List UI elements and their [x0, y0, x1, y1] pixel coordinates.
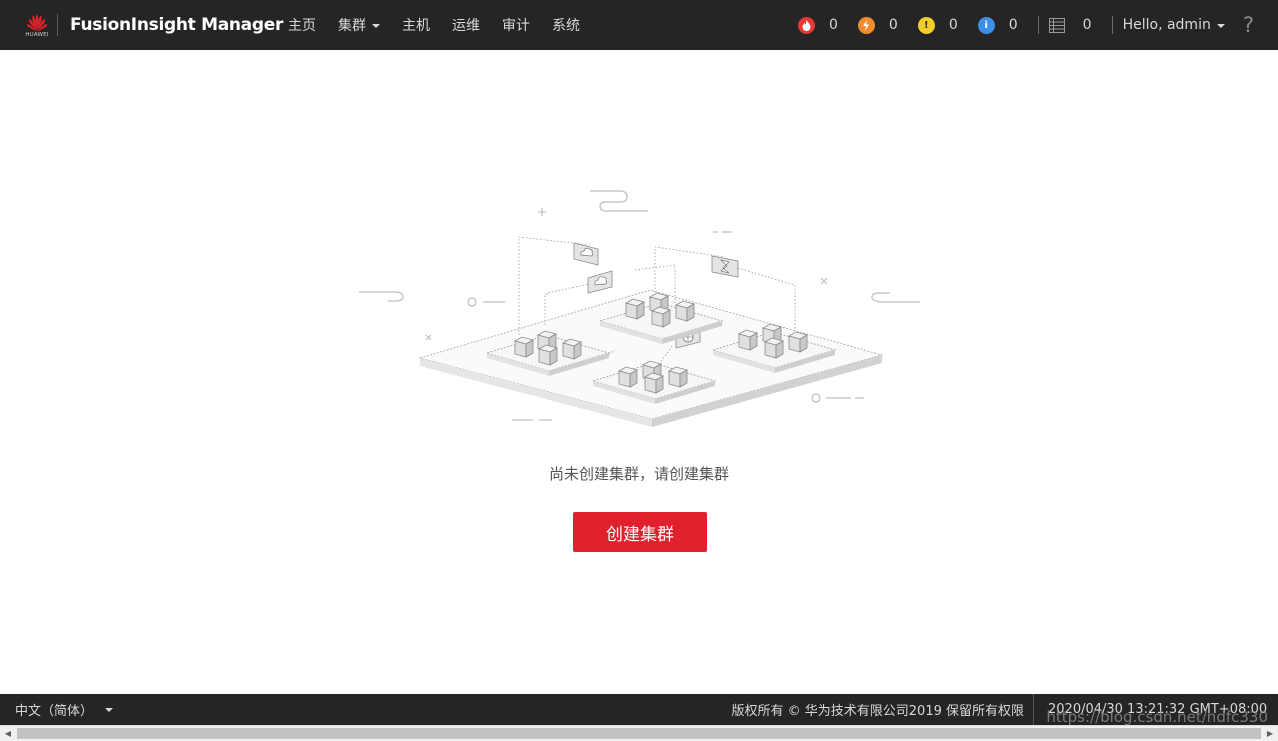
empty-state-message: 尚未创建集群，请创建集群: [548, 465, 729, 483]
nav-item-hosts[interactable]: 主机: [402, 15, 430, 35]
critical-alarm-counter[interactable]: 0: [797, 16, 838, 34]
task-counter[interactable]: 0: [1048, 17, 1092, 33]
user-greeting: Hello, admin: [1122, 17, 1211, 33]
nav-item-home[interactable]: 主页: [288, 15, 316, 35]
major-alarm-icon: [857, 16, 875, 34]
task-list-icon: [1048, 17, 1065, 33]
header-divider: [1037, 16, 1039, 34]
nav-item-label: 审计: [502, 18, 530, 34]
nav-item-label: 主页: [288, 18, 316, 34]
language-select[interactable]: 中文（简体）: [15, 694, 114, 725]
warning-alarm-icon: i: [977, 16, 995, 34]
nav-item-label: 运维: [452, 18, 480, 34]
minor-alarm-counter[interactable]: ! 0: [917, 16, 958, 34]
brand-divider: [57, 14, 58, 36]
horizontal-scrollbar[interactable]: ◀ ▶: [0, 725, 1278, 741]
user-menu[interactable]: Hello, admin: [1123, 17, 1225, 33]
header-divider: [1111, 16, 1113, 34]
task-count: 0: [1082, 17, 1092, 33]
top-navigation-bar: HUAWEI FusionInsight Manager 主页 集群 主机 运维…: [0, 0, 1278, 50]
copyright-text: 版权所有 © 华为技术有限公司2019 保留所有权限: [731, 704, 1024, 719]
huawei-petal-icon: [27, 14, 47, 32]
minor-alarm-icon: !: [917, 16, 935, 34]
nav-item-label: 系统: [552, 18, 580, 34]
nav-item-system[interactable]: 系统: [552, 15, 580, 35]
language-label: 中文（简体）: [15, 704, 94, 719]
chevron-down-icon: [1216, 23, 1225, 28]
app-title[interactable]: FusionInsight Manager: [70, 15, 283, 35]
warning-alarm-count: 0: [1008, 17, 1018, 33]
scroll-left-arrow-icon[interactable]: ◀: [0, 726, 16, 741]
chevron-down-icon: [105, 708, 114, 712]
nav-item-cluster[interactable]: 集群: [338, 15, 380, 35]
warning-alarm-counter[interactable]: i 0: [977, 16, 1018, 34]
nav-item-operations[interactable]: 运维: [452, 15, 480, 35]
alarm-summary: 0 0 ! 0 i 0 0 Hello, admin ?: [797, 0, 1278, 50]
scrollbar-thumb[interactable]: [17, 728, 1261, 739]
scroll-right-arrow-icon[interactable]: ▶: [1262, 726, 1278, 741]
major-alarm-count: 0: [888, 17, 898, 33]
nav-item-label: 主机: [402, 18, 430, 34]
critical-alarm-icon: [797, 16, 815, 34]
empty-cluster-illustration: [359, 190, 920, 427]
blog-watermark: https://blog.csdn.net/ndfc330: [1046, 708, 1268, 726]
critical-alarm-count: 0: [828, 17, 838, 33]
major-alarm-counter[interactable]: 0: [857, 16, 898, 34]
nav-item-label: 集群: [338, 18, 366, 34]
huawei-logo[interactable]: HUAWEI: [22, 13, 52, 39]
nav-item-audit[interactable]: 审计: [502, 15, 530, 35]
create-cluster-button[interactable]: 创建集群: [573, 512, 707, 552]
main-nav: 主页 集群 主机 运维 审计 系统: [288, 0, 602, 50]
minor-alarm-count: 0: [948, 17, 958, 33]
footer-divider: [1033, 694, 1034, 725]
huawei-logo-text: HUAWEI: [25, 32, 49, 38]
chevron-down-icon: [372, 23, 380, 28]
help-icon[interactable]: ?: [1243, 14, 1254, 36]
